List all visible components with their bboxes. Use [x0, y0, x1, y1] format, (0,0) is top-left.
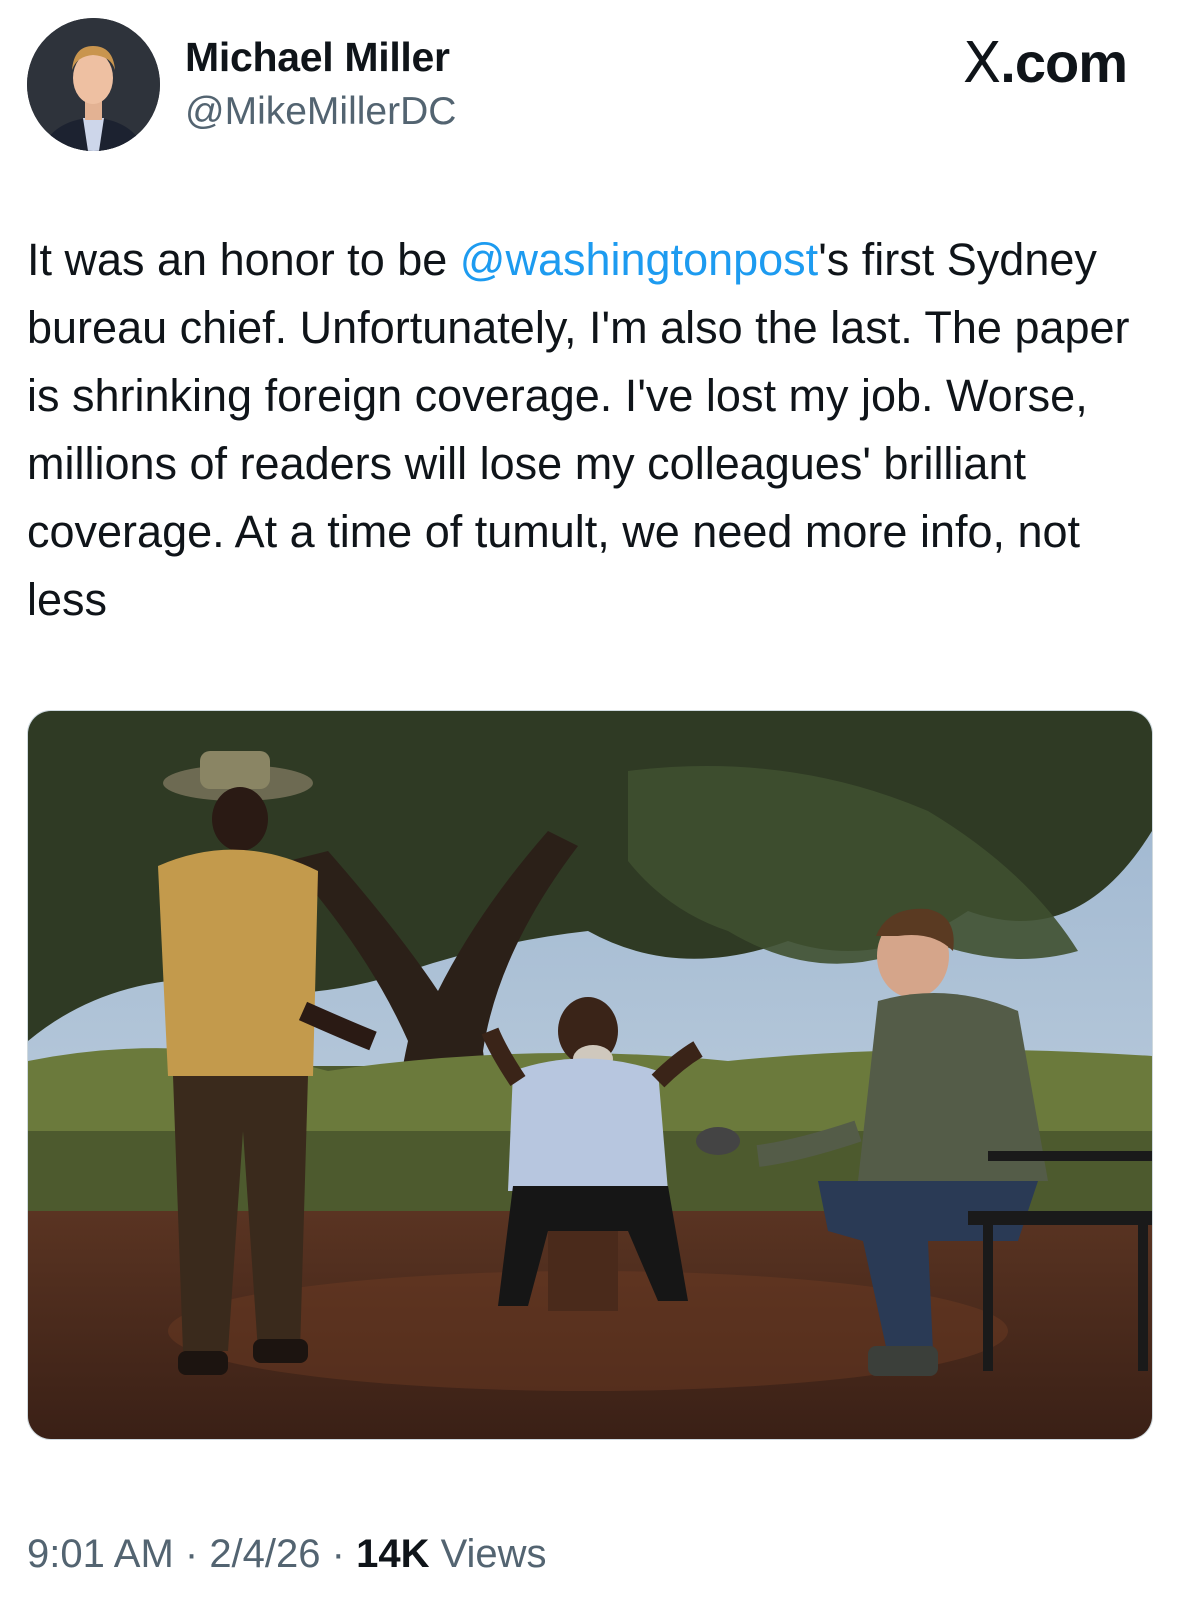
meta-separator: · [320, 1532, 357, 1576]
tweet-meta: 9:01 AM · 2/4/26 · 14K Views [27, 1532, 547, 1577]
tweet-media[interactable] [27, 710, 1153, 1440]
tweet-text-rest: 's first Sydney bureau chief. Unfortunat… [27, 234, 1143, 625]
meta-separator: · [173, 1532, 210, 1576]
tweet-photo-icon [28, 711, 1152, 1439]
tweet-text: It was an honor to be @washingtonpost's … [27, 226, 1137, 634]
views-count: 14K [356, 1532, 430, 1576]
x-brand-logo: X.com [962, 30, 1128, 96]
author-handle[interactable]: @MikeMillerDC [185, 90, 456, 134]
author-avatar[interactable] [27, 18, 160, 151]
tweet-date[interactable]: 2/4/26 [209, 1532, 320, 1576]
tweet-time[interactable]: 9:01 AM [27, 1532, 174, 1576]
views-label: Views [429, 1532, 547, 1576]
brand-suffix: .com [1000, 31, 1128, 94]
tweet-text-start: It was an honor to be [27, 234, 460, 285]
profile-photo-icon [27, 18, 160, 151]
x-logo-icon: X [962, 31, 1001, 96]
author-display-name[interactable]: Michael Miller [185, 34, 450, 81]
mention-link[interactable]: @washingtonpost [460, 234, 818, 285]
